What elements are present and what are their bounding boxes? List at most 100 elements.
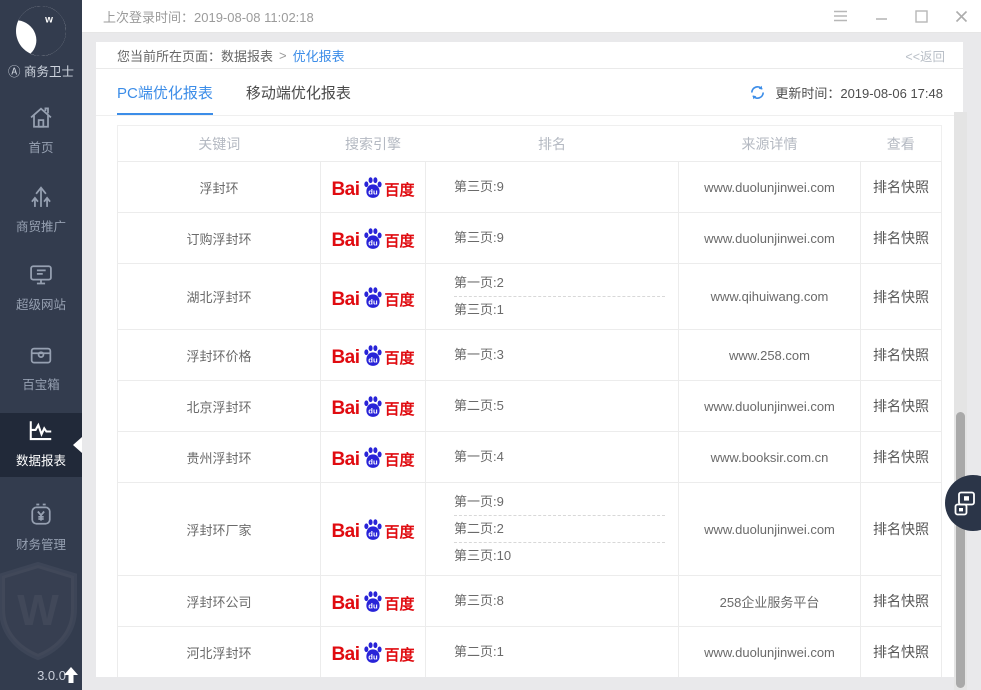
rank-snapshot-link[interactable]: 排名快照 — [861, 576, 942, 627]
rank-snapshot-link[interactable]: 排名快照 — [861, 627, 942, 678]
rank-value: 第三页:9 — [454, 225, 665, 251]
sidebar-item-label: 数据报表 — [0, 450, 82, 469]
table-row: 订购浮封环Baidu百度 第三页:9 www.duolunjinwei.com排名快… — [118, 213, 942, 264]
rank-value: 第三页:8 — [454, 588, 665, 614]
keyword-cell: 订购浮封环 — [118, 213, 321, 264]
rank-value: 第二页:2 — [454, 515, 665, 542]
source-cell: www.booksir.com.cn — [679, 432, 861, 483]
rank-cell: 第一页:2第三页:1 — [426, 264, 679, 330]
sidebar-item-label: 财务管理 — [0, 534, 82, 553]
search-engine-cell: Baidu百度 — [321, 162, 426, 213]
toolbox-icon — [0, 341, 82, 371]
tab-pc-report[interactable]: PC端优化报表 — [117, 69, 213, 115]
baidu-logo: Baidu百度 — [331, 285, 414, 309]
search-engine-cell: Baidu百度 — [321, 213, 426, 264]
source-cell: www.duolunjinwei.com — [679, 213, 861, 264]
tab-bar: PC端优化报表移动端优化报表 更新时间：2019-08-06 17:48 — [96, 69, 963, 116]
maximize-button[interactable] — [915, 10, 928, 23]
keyword-cell: 浮封环价格 — [118, 330, 321, 381]
table-row: 河北浮封环Baidu百度第二页:1www.duolunjinwei.com排名快… — [118, 627, 942, 678]
sidebar-item-首页[interactable]: 首页 — [0, 100, 82, 164]
sidebar-item-label: 商贸推广 — [0, 216, 82, 235]
rank-snapshot-link[interactable]: 排名快照 — [861, 330, 942, 381]
rank-snapshot-link[interactable]: 排名快照 — [861, 264, 942, 330]
search-engine-cell: Baidu百度 — [321, 432, 426, 483]
source-cell: www.qihuiwang.com — [679, 264, 861, 330]
app-logo-icon: w — [15, 5, 67, 57]
keyword-cell: 河北浮封环 — [118, 627, 321, 678]
baidu-logo: Baidu百度 — [331, 343, 414, 367]
rank-value: 第三页:10 — [454, 542, 665, 569]
sidebar-item-百宝箱[interactable]: 百宝箱 — [0, 337, 82, 401]
rank-cell: 第三页:8 — [426, 576, 679, 627]
baidu-logo: Baidu百度 — [331, 640, 414, 664]
window-controls — [833, 10, 968, 23]
sidebar-item-财务管理[interactable]: 财务管理 — [0, 497, 82, 561]
baidu-logo: Baidu百度 — [331, 589, 414, 613]
breadcrumb-parent: 数据报表 — [221, 46, 273, 65]
svg-text:du: du — [368, 602, 378, 611]
search-engine-cell: Baidu百度 — [321, 381, 426, 432]
rank-snapshot-link[interactable]: 排名快照 — [861, 483, 942, 576]
column-header: 来源详情 — [679, 126, 861, 162]
search-engine-cell: Baidu百度 — [321, 576, 426, 627]
table-row: 北京浮封环 Baidu百度第二页:5www.duolunjinwei.com排名快… — [118, 381, 942, 432]
keyword-cell: 浮封环厂家 — [118, 483, 321, 576]
column-header: 排名 — [426, 126, 679, 162]
scrollbar-thumb[interactable] — [956, 412, 965, 688]
rank-snapshot-link[interactable]: 排名快照 — [861, 162, 942, 213]
version-info[interactable]: 3.0.0 — [37, 666, 79, 684]
table-row: 浮封环公司Baidu百度第三页:8258企业服务平台排名快照 — [118, 576, 942, 627]
svg-text:du: du — [368, 458, 378, 467]
rank-cell: 第一页:9第二页:2第三页:10 — [426, 483, 679, 576]
sidebar-item-label: 超级网站 — [0, 294, 82, 313]
sidebar-item-商贸推广[interactable]: 商贸推广 — [0, 179, 82, 243]
rank-cell: 第三页:9 — [426, 162, 679, 213]
rank-cell: 第一页:3 — [426, 330, 679, 381]
app-name: Ⓐ 商务卫士 — [0, 61, 82, 80]
rank-cell: 第二页:1 — [426, 627, 679, 678]
rank-cell: 第三页:9 — [426, 213, 679, 264]
rank-cell: 第二页:5 — [426, 381, 679, 432]
column-header: 关键词 — [118, 126, 321, 162]
update-time-block: 更新时间：2019-08-06 17:48 — [749, 69, 943, 115]
source-cell: www.duolunjinwei.com — [679, 162, 861, 213]
back-link[interactable]: <<返回 — [905, 46, 945, 65]
svg-text:w: w — [44, 15, 53, 26]
breadcrumb-current-link[interactable]: 优化报表 — [293, 46, 345, 65]
rank-cell: 第一页:4 — [426, 432, 679, 483]
svg-text:du: du — [368, 356, 378, 365]
baidu-logo: Baidu百度 — [331, 175, 414, 199]
menu-icon[interactable] — [833, 10, 848, 22]
rank-snapshot-link[interactable]: 排名快照 — [861, 213, 942, 264]
tab-mobile-report[interactable]: 移动端优化报表 — [246, 69, 351, 115]
minimize-button[interactable] — [875, 10, 888, 22]
promotion-icon — [0, 183, 82, 213]
keyword-cell: 北京浮封环 — [118, 381, 321, 432]
baidu-logo: Baidu百度 — [331, 394, 414, 418]
rank-snapshot-link[interactable]: 排名快照 — [861, 432, 942, 483]
svg-text:du: du — [368, 297, 378, 306]
table-row: 浮封环价格 Baidu百度 第一页:3 www.258.com排名快照 — [118, 330, 942, 381]
source-cell: www.258.com — [679, 330, 861, 381]
search-engine-cell: Baidu百度 — [321, 483, 426, 576]
rank-value: 第一页:9 — [454, 489, 665, 515]
keyword-cell: 浮封环 — [118, 162, 321, 213]
sidebar-item-超级网站[interactable]: 超级网站 — [0, 257, 82, 321]
table-header-row: 关键词搜索引擎排名来源详情查看 — [118, 126, 942, 162]
rank-snapshot-link[interactable]: 排名快照 — [861, 381, 942, 432]
search-engine-cell: Baidu百度 — [321, 264, 426, 330]
rank-value: 第一页:3 — [454, 342, 665, 368]
update-time-text: 更新时间：2019-08-06 17:48 — [775, 83, 943, 102]
sidebar-item-数据报表[interactable]: 数据报表 — [0, 413, 82, 477]
close-button[interactable] — [955, 10, 968, 23]
column-header: 搜索引擎 — [321, 126, 426, 162]
window-topbar: 上次登录时间：2019-08-08 11:02:18 — [82, 0, 981, 33]
refresh-icon[interactable] — [749, 84, 766, 101]
source-cell: www.duolunjinwei.com — [679, 381, 861, 432]
website-icon — [0, 261, 82, 291]
rank-value: 第一页:4 — [454, 444, 665, 470]
table-row: 湖北浮封环 Baidu百度第一页:2第三页:1www.qihuiwang.com排… — [118, 264, 942, 330]
rank-value: 第三页:1 — [454, 296, 665, 323]
keyword-cell: 湖北浮封环 — [118, 264, 321, 330]
